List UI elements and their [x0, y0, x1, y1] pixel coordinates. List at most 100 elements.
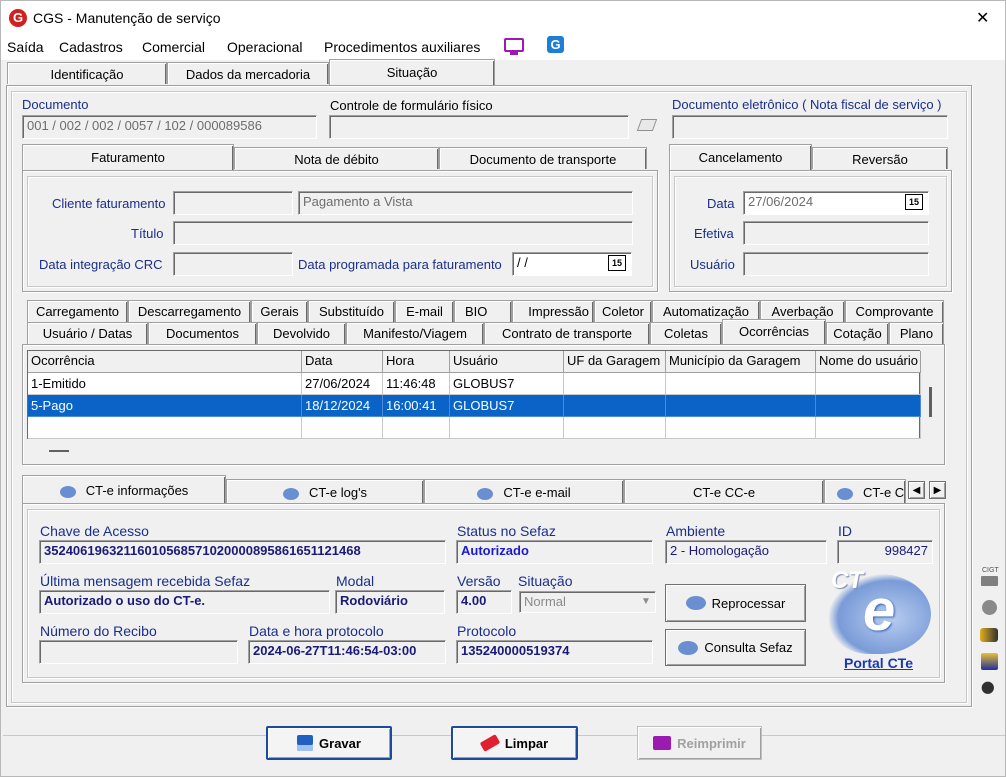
- menu-cadastros[interactable]: Cadastros: [59, 39, 123, 55]
- calendar-icon[interactable]: 15: [905, 194, 923, 210]
- table-cell-empty[interactable]: [302, 417, 383, 439]
- tab-devolvido[interactable]: Devolvido: [257, 322, 346, 344]
- tab-dados-mercadoria[interactable]: Dados da mercadoria: [167, 62, 329, 84]
- table-cell[interactable]: [816, 395, 921, 417]
- tab-cte-c[interactable]: CT-e C: [824, 479, 906, 503]
- tab-scroll-right-icon[interactable]: ▶: [929, 481, 946, 499]
- col-ocorrencia[interactable]: Ocorrência: [28, 351, 302, 373]
- col-municipio-garagem[interactable]: Município da Garagem: [666, 351, 816, 373]
- tab-descarregamento[interactable]: Descarregamento: [128, 300, 251, 322]
- tab-gerais[interactable]: Gerais: [251, 300, 308, 322]
- globus-icon[interactable]: G: [547, 36, 564, 53]
- limpar-button[interactable]: Limpar: [451, 726, 578, 760]
- tab-substituido[interactable]: Substituído: [308, 300, 395, 322]
- grid-scrollbar-thumb[interactable]: [929, 387, 932, 417]
- grid-hscroll-thumb[interactable]: [49, 450, 69, 452]
- tab-usuario-datas[interactable]: Usuário / Datas: [27, 322, 148, 344]
- col-nome-usuario[interactable]: Nome do usuário: [816, 351, 921, 373]
- chave-field[interactable]: 3524061963211601056857102000089586165112…: [39, 540, 446, 564]
- circle-icon[interactable]: [982, 600, 997, 615]
- table-cell[interactable]: GLOBUS7: [450, 373, 564, 395]
- ambiente-field[interactable]: 2 - Homologação: [665, 540, 827, 564]
- hand-pointer-icon[interactable]: [980, 628, 998, 642]
- cliente-name-field[interactable]: Pagamento a Vista: [298, 191, 633, 215]
- tab-impressao[interactable]: Impressão: [512, 300, 594, 322]
- tab-comprovante[interactable]: Comprovante: [845, 300, 944, 322]
- monitor-icon[interactable]: [504, 38, 524, 52]
- table-cell-empty[interactable]: [816, 417, 921, 439]
- tab-coletor[interactable]: Coletor: [594, 300, 652, 322]
- chevron-down-icon[interactable]: ▼: [638, 593, 654, 611]
- table-cell[interactable]: 5-Pago: [28, 395, 302, 417]
- situacao-select[interactable]: Normal: [519, 591, 656, 613]
- col-usuario[interactable]: Usuário: [450, 351, 564, 373]
- tab-bio[interactable]: BIO: [454, 300, 512, 322]
- table-cell[interactable]: 16:00:41: [383, 395, 450, 417]
- menu-procedimentos[interactable]: Procedimentos auxiliares: [324, 39, 480, 55]
- canc-efetiva-field[interactable]: [743, 221, 929, 245]
- tab-doc-transporte[interactable]: Documento de transporte: [439, 147, 647, 169]
- controle-field[interactable]: [329, 115, 629, 139]
- canc-data-field[interactable]: 27/06/2024: [743, 191, 929, 215]
- datahora-field[interactable]: 2024-06-27T11:46:54-03:00: [248, 640, 446, 664]
- tab-cte-logs[interactable]: CT-e log's: [226, 479, 424, 503]
- consulta-sefaz-button[interactable]: Consulta Sefaz: [665, 629, 806, 666]
- tab-scroll-left-icon[interactable]: ◀: [908, 481, 925, 499]
- tab-reversao[interactable]: Reversão: [812, 147, 948, 169]
- ultima-field[interactable]: Autorizado o uso do CT-e.: [39, 590, 330, 614]
- protocolo-field[interactable]: 135240000519374: [456, 640, 653, 664]
- tab-cancelamento[interactable]: Cancelamento: [669, 144, 812, 172]
- table-cell-empty[interactable]: [564, 417, 666, 439]
- tab-cotacao[interactable]: Cotação: [826, 322, 889, 344]
- table-cell[interactable]: 11:46:48: [383, 373, 450, 395]
- close-icon[interactable]: ✕: [976, 8, 989, 28]
- table-cell[interactable]: 27/06/2024: [302, 373, 383, 395]
- table-cell-empty[interactable]: [28, 417, 302, 439]
- tab-faturamento[interactable]: Faturamento: [22, 144, 234, 172]
- menu-operacional[interactable]: Operacional: [227, 39, 303, 55]
- tab-plano[interactable]: Plano: [889, 322, 944, 344]
- menu-saida[interactable]: Saída: [7, 39, 44, 55]
- ocorrencias-grid[interactable]: Ocorrência Data Hora Usuário UF da Garag…: [27, 350, 921, 439]
- gravar-button[interactable]: Gravar: [266, 726, 392, 760]
- col-hora[interactable]: Hora: [383, 351, 450, 373]
- tab-email[interactable]: E-mail: [395, 300, 454, 322]
- table-cell[interactable]: [564, 373, 666, 395]
- menu-comercial[interactable]: Comercial: [142, 39, 205, 55]
- status-field[interactable]: Autorizado: [456, 540, 653, 564]
- tab-manifesto[interactable]: Manifesto/Viagem: [346, 322, 484, 344]
- reprocessar-button[interactable]: Reprocessar: [665, 584, 806, 622]
- tab-situacao[interactable]: Situação: [329, 59, 495, 86]
- tab-cte-email[interactable]: CT-e e-mail: [424, 479, 624, 503]
- table-cell[interactable]: [666, 395, 816, 417]
- titulo-field[interactable]: [173, 221, 633, 245]
- tab-cte-cce[interactable]: CT-e CC-e: [624, 479, 824, 503]
- versao-field[interactable]: 4.00: [456, 590, 512, 614]
- table-cell[interactable]: [564, 395, 666, 417]
- doc-eletronico-field[interactable]: [672, 115, 948, 139]
- recibo-field[interactable]: [39, 640, 238, 664]
- tab-identificacao[interactable]: Identificação: [7, 62, 167, 84]
- modal-field[interactable]: Rodoviário: [335, 590, 445, 614]
- table-cell-empty[interactable]: [666, 417, 816, 439]
- tab-coletas[interactable]: Coletas: [650, 322, 722, 344]
- tab-documentos[interactable]: Documentos: [148, 322, 257, 344]
- id-field[interactable]: 998427: [837, 540, 933, 564]
- portal-cte-link[interactable]: Portal CTe: [844, 655, 913, 671]
- col-uf-garagem[interactable]: UF da Garagem: [564, 351, 666, 373]
- tab-cte-informacoes[interactable]: CT-e informações: [22, 475, 226, 504]
- tab-nota-debito[interactable]: Nota de débito: [234, 147, 439, 169]
- calendar-icon[interactable]: 15: [608, 255, 626, 271]
- documento-field[interactable]: 001 / 002 / 002 / 0057 / 102 / 000089586: [22, 115, 317, 139]
- data-crc-field[interactable]: [173, 252, 293, 276]
- table-cell[interactable]: [816, 373, 921, 395]
- table-cell[interactable]: 1-Emitido: [28, 373, 302, 395]
- table-cell-empty[interactable]: [383, 417, 450, 439]
- tab-ocorrencias[interactable]: Ocorrências: [722, 319, 826, 346]
- users-icon[interactable]: [981, 653, 998, 670]
- user-edit-icon[interactable]: [981, 681, 998, 698]
- table-cell[interactable]: [666, 373, 816, 395]
- reimprimir-button[interactable]: Reimprimir: [637, 726, 762, 760]
- card-icon[interactable]: [981, 576, 998, 586]
- col-data[interactable]: Data: [302, 351, 383, 373]
